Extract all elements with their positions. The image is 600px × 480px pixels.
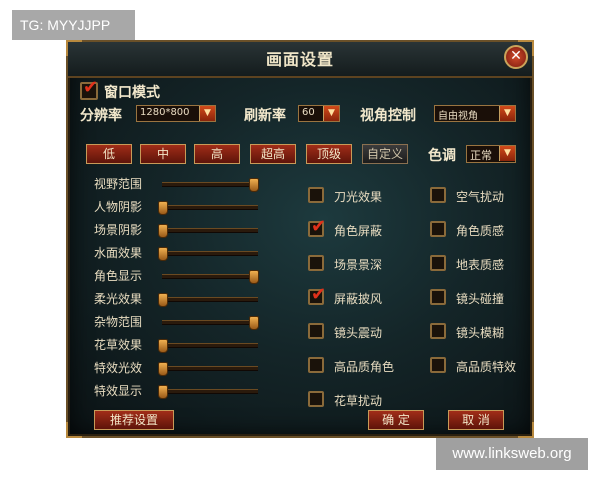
cancel-button[interactable]: 取 消: [448, 410, 504, 430]
option-label: 空气扰动: [456, 190, 505, 204]
title-bar: 画面设置 ✕: [68, 42, 532, 78]
tone-value: 正常: [470, 149, 492, 162]
preset-high-button[interactable]: 高: [194, 144, 240, 164]
slider-label: 特效显示: [94, 384, 143, 398]
view-control-label: 视角控制: [360, 108, 416, 124]
tg-badge: TG: MYYJJPP: [12, 10, 135, 40]
slider-thumb[interactable]: [158, 224, 168, 238]
slider-label: 场景阴影: [94, 223, 143, 237]
preset-medium-button[interactable]: 中: [140, 144, 186, 164]
tone-select[interactable]: 正常 ▼: [466, 145, 516, 163]
slider-track[interactable]: [162, 270, 260, 284]
slider-thumb[interactable]: [158, 362, 168, 376]
option-label: 花草扰动: [334, 394, 383, 408]
slider-label: 特效光效: [94, 361, 143, 375]
slider-track[interactable]: [158, 362, 258, 376]
option-label: 镜头碰撞: [456, 292, 505, 306]
slider-track[interactable]: [158, 339, 258, 353]
view-control-value: 自由视角: [438, 111, 478, 122]
option-checkbox[interactable]: [430, 221, 446, 237]
option-checkbox[interactable]: [430, 289, 446, 305]
option-checkbox[interactable]: [308, 391, 324, 407]
slider-track[interactable]: [162, 178, 260, 192]
preset-custom-button[interactable]: 自定义: [362, 144, 408, 164]
slider-label: 视野范围: [94, 177, 143, 191]
slider-label: 水面效果: [94, 246, 143, 260]
resolution-select[interactable]: 1280*800 ▼: [136, 105, 216, 122]
close-button[interactable]: ✕: [504, 45, 528, 69]
recommend-settings-button[interactable]: 推荐设置: [94, 410, 174, 430]
tone-label: 色调: [428, 148, 456, 164]
window-mode-label: 窗口模式: [104, 85, 160, 101]
slider-track[interactable]: [158, 201, 258, 215]
option-checkbox[interactable]: ✔: [308, 217, 326, 237]
refresh-rate-select[interactable]: 60 ▼: [298, 105, 340, 122]
option-label: 场景景深: [334, 258, 383, 272]
slider-thumb[interactable]: [249, 270, 260, 284]
option-label: 镜头模糊: [456, 326, 505, 340]
preset-top-button[interactable]: 顶级: [306, 144, 352, 164]
option-label: 角色屏蔽: [334, 224, 383, 238]
option-checkbox[interactable]: [430, 187, 446, 203]
preset-low-button[interactable]: 低: [86, 144, 132, 164]
preset-ultra-button[interactable]: 超高: [250, 144, 296, 164]
option-label: 地表质感: [456, 258, 505, 272]
chevron-down-icon: ▼: [499, 146, 515, 161]
option-label: 刀光效果: [334, 190, 383, 204]
option-checkbox[interactable]: [308, 357, 324, 373]
slider-track[interactable]: [158, 385, 258, 399]
slider-thumb[interactable]: [158, 339, 168, 353]
slider-label: 人物阴影: [94, 200, 143, 214]
slider-track[interactable]: [162, 316, 260, 330]
view-control-select[interactable]: 自由视角 ▼: [434, 105, 516, 122]
window-mode-checkbox[interactable]: ✔: [80, 78, 98, 100]
option-label: 角色质感: [456, 224, 505, 238]
slider-label: 花草效果: [94, 338, 143, 352]
option-checkbox[interactable]: [308, 187, 324, 203]
chevron-down-icon: ▼: [323, 106, 339, 121]
corner-ornament: [66, 422, 82, 438]
refresh-rate-label: 刷新率: [244, 108, 286, 124]
option-label: 高品质特效: [456, 360, 517, 374]
chevron-down-icon: ▼: [199, 106, 215, 121]
option-checkbox[interactable]: [308, 255, 324, 271]
corner-ornament: [518, 422, 534, 438]
dialog-title: 画面设置: [265, 50, 334, 69]
slider-label: 杂物范围: [94, 315, 143, 329]
slider-thumb[interactable]: [249, 316, 260, 330]
slider-track[interactable]: [158, 224, 258, 238]
slider-thumb[interactable]: [158, 247, 168, 261]
confirm-button[interactable]: 确 定: [368, 410, 424, 430]
option-label: 镜头震动: [334, 326, 383, 340]
option-label: 高品质角色: [334, 360, 395, 374]
site-watermark: www.linksweb.org: [436, 438, 588, 470]
slider-thumb[interactable]: [249, 178, 260, 192]
slider-track[interactable]: [158, 247, 258, 261]
option-checkbox[interactable]: [430, 255, 446, 271]
slider-label: 角色显示: [94, 269, 143, 283]
graphics-settings-dialog: 画面设置 ✕ ✔ 窗口模式 分辨率 1280*800 ▼ 刷新率 60 ▼ 视角…: [66, 40, 534, 438]
check-icon: ✔: [311, 216, 327, 237]
slider-thumb[interactable]: [158, 385, 168, 399]
slider-thumb[interactable]: [158, 293, 168, 307]
chevron-down-icon: ▼: [499, 106, 515, 121]
refresh-rate-value: 60: [302, 107, 315, 118]
resolution-label: 分辨率: [80, 108, 122, 124]
slider-track[interactable]: [158, 293, 258, 307]
check-icon: ✔: [83, 77, 99, 98]
slider-thumb[interactable]: [158, 201, 168, 215]
slider-label: 柔光效果: [94, 292, 143, 306]
option-checkbox[interactable]: ✔: [308, 285, 326, 305]
option-label: 屏蔽披风: [334, 292, 383, 306]
option-checkbox[interactable]: [308, 323, 324, 339]
check-icon: ✔: [311, 284, 327, 305]
resolution-value: 1280*800: [140, 107, 190, 118]
option-checkbox[interactable]: [430, 323, 446, 339]
option-checkbox[interactable]: [430, 357, 446, 373]
